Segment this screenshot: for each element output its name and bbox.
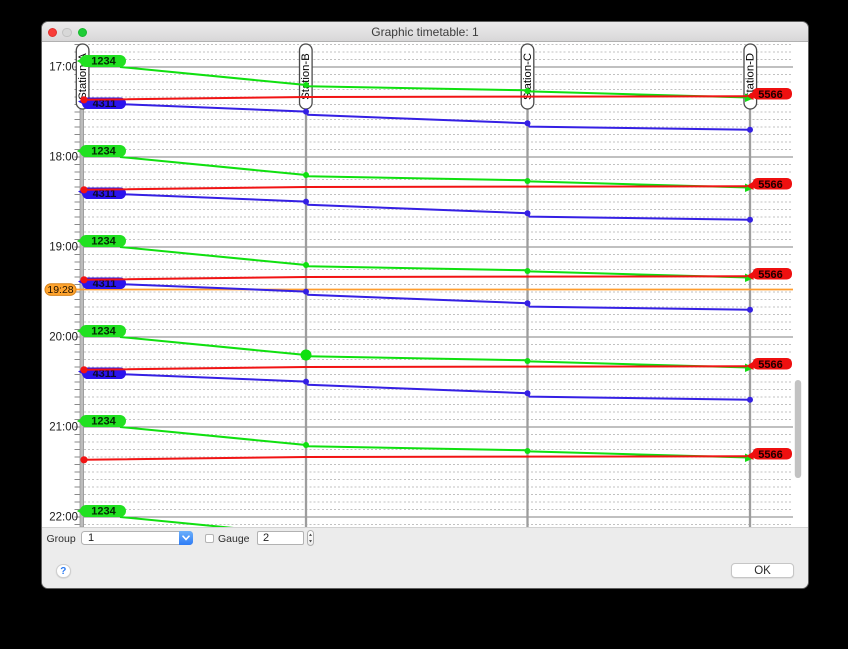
svg-text:1234: 1234 <box>91 236 116 248</box>
svg-text:21:00: 21:00 <box>49 422 78 434</box>
svg-text:17:00: 17:00 <box>49 62 78 74</box>
svg-text:5566: 5566 <box>758 359 782 371</box>
svg-text:1234: 1234 <box>91 146 116 158</box>
svg-text:18:00: 18:00 <box>49 152 78 164</box>
svg-text:5566: 5566 <box>758 179 782 191</box>
svg-text:5566: 5566 <box>758 269 782 281</box>
svg-text:1234: 1234 <box>91 326 116 338</box>
svg-text:1234: 1234 <box>91 416 116 428</box>
svg-text:20:00: 20:00 <box>49 332 78 344</box>
svg-text:19:00: 19:00 <box>49 242 78 254</box>
svg-text:1234: 1234 <box>91 506 116 518</box>
svg-text:22:00: 22:00 <box>49 512 78 524</box>
svg-text:5566: 5566 <box>758 449 782 461</box>
svg-text:Station-B: Station-B <box>300 53 312 99</box>
svg-text:1234: 1234 <box>91 56 116 68</box>
svg-text:19:28: 19:28 <box>47 284 73 296</box>
svg-text:5566: 5566 <box>758 89 782 101</box>
